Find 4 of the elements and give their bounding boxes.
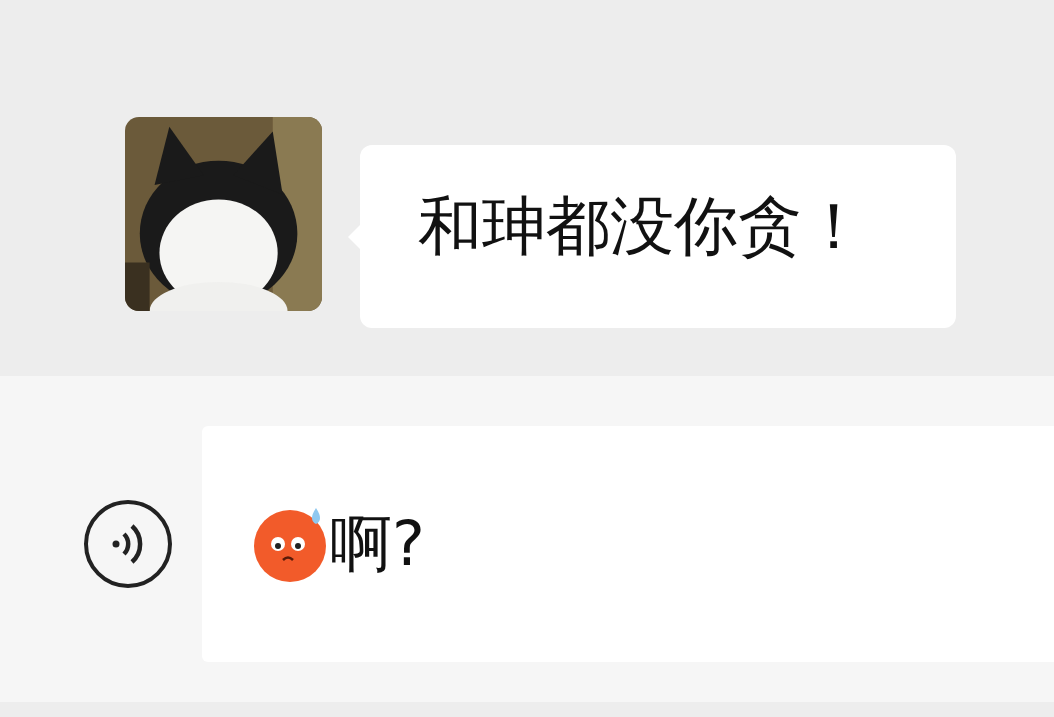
input-field[interactable]: 啊? <box>202 426 1054 663</box>
input-text: 啊? <box>330 506 425 583</box>
message-bubble: 和珅都没你贪！ <box>360 145 956 329</box>
voice-icon[interactable] <box>82 498 174 591</box>
